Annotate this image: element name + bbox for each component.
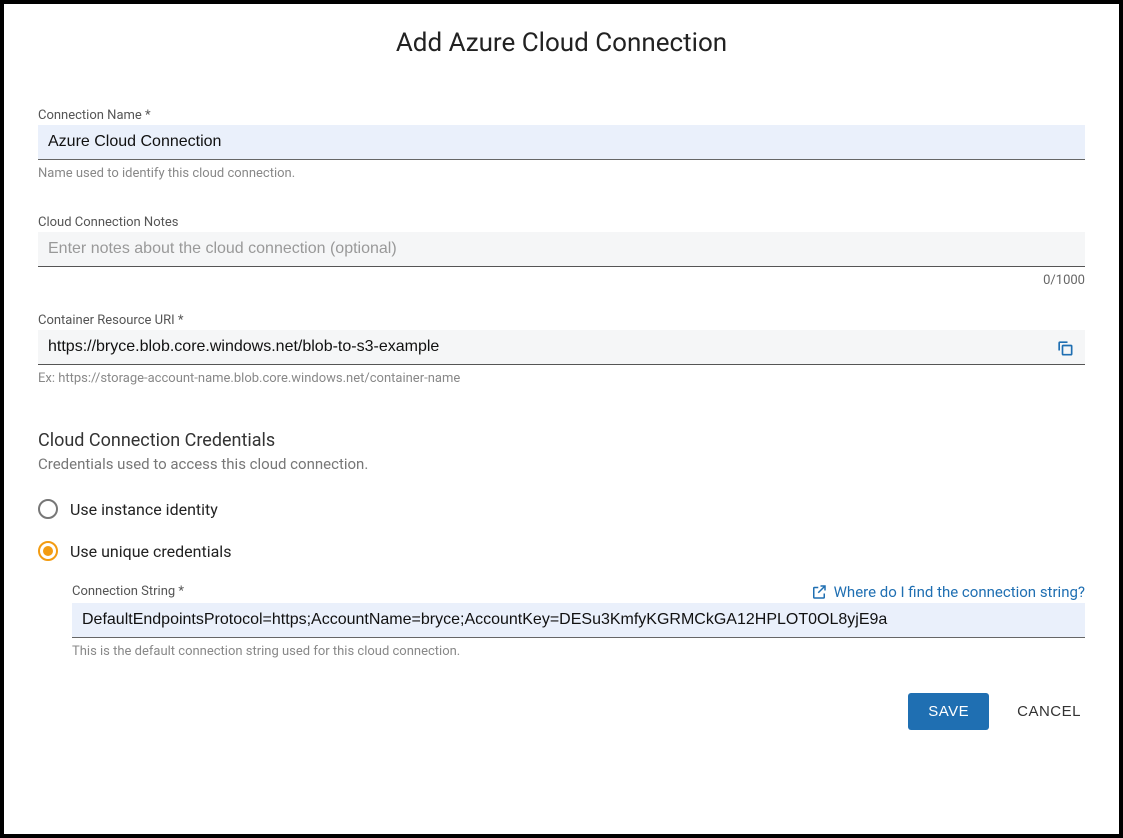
connection-string-help-link[interactable]: Where do I find the connection string? <box>810 583 1085 601</box>
notes-label: Cloud Connection Notes <box>38 215 1085 230</box>
notes-char-counter: 0/1000 <box>1043 273 1085 288</box>
radio-button-icon <box>38 499 58 519</box>
connection-string-label: Connection String * <box>72 584 184 599</box>
save-button[interactable]: SAVE <box>908 693 989 730</box>
connection-name-group: Connection Name * Name used to identify … <box>38 108 1085 181</box>
radio-instance-identity[interactable]: Use instance identity <box>38 499 1085 519</box>
container-uri-label: Container Resource URI * <box>38 313 1085 328</box>
notes-input[interactable] <box>38 232 1085 267</box>
external-link-icon <box>810 583 828 601</box>
connection-name-input[interactable] <box>38 125 1085 160</box>
connection-string-group: Connection String * Where do I find the … <box>72 583 1085 659</box>
radio-unique-credentials[interactable]: Use unique credentials <box>38 541 1085 561</box>
cancel-button[interactable]: CANCEL <box>1013 693 1085 730</box>
container-uri-help: Ex: https://storage-account-name.blob.co… <box>38 371 1085 386</box>
container-uri-group: Container Resource URI * Ex: https://sto… <box>38 313 1085 386</box>
credentials-heading: Cloud Connection Credentials <box>38 430 1085 451</box>
dialog-title: Add Azure Cloud Connection <box>38 28 1085 58</box>
connection-string-help-link-text: Where do I find the connection string? <box>834 583 1085 601</box>
connection-string-help: This is the default connection string us… <box>72 644 1085 659</box>
credentials-subheading: Credentials used to access this cloud co… <box>38 455 1085 473</box>
form-area: Connection Name * Name used to identify … <box>38 108 1085 730</box>
radio-unique-label: Use unique credentials <box>70 542 231 561</box>
notes-group: Cloud Connection Notes 0/1000 <box>38 215 1085 267</box>
button-bar: SAVE CANCEL <box>38 693 1085 730</box>
radio-button-icon <box>38 541 58 561</box>
connection-name-label: Connection Name * <box>38 108 1085 123</box>
radio-instance-label: Use instance identity <box>70 500 218 519</box>
connection-name-help: Name used to identify this cloud connect… <box>38 166 1085 181</box>
container-uri-input[interactable] <box>38 330 1085 365</box>
connection-string-input[interactable] <box>72 603 1085 638</box>
copy-icon[interactable] <box>1055 338 1075 358</box>
